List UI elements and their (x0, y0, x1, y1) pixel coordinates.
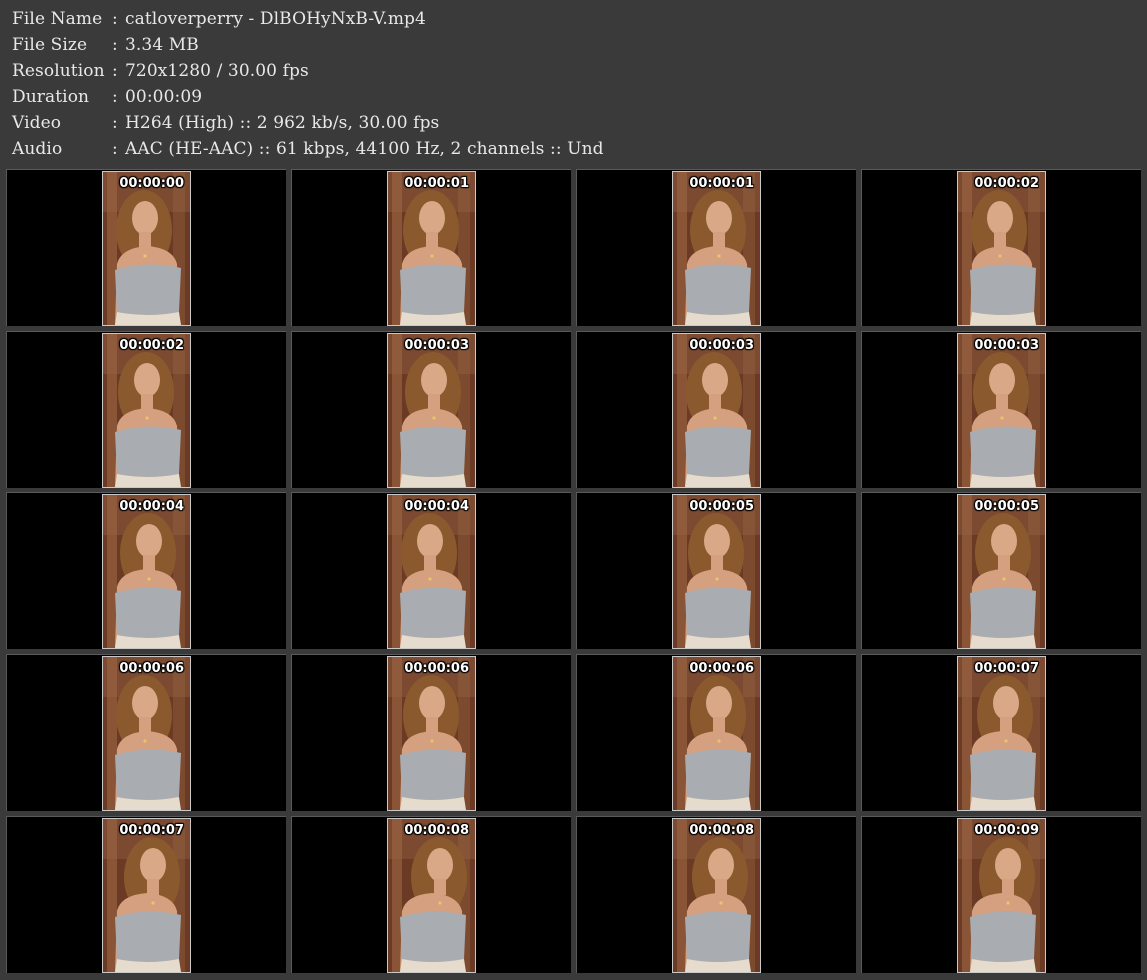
thumbnail-grid: 00:00:00 00:00:01 00:00:01 00:00:02 00:00:02… (0, 0, 1147, 980)
video-frame-image (388, 657, 475, 810)
frame-timestamp: 00:00:04 (119, 499, 184, 514)
contact-sheet: File Name : catloverperry - DlBOHyNxB-V.… (0, 0, 1147, 980)
video-frame: 00:00:07 (957, 656, 1046, 811)
thumbnail-cell: 00:00:08 (576, 816, 856, 973)
frame-timestamp: 00:00:02 (974, 176, 1039, 191)
video-frame-image (388, 334, 475, 487)
video-frame: 00:00:02 (102, 333, 191, 488)
thumbnail-cell: 00:00:00 (6, 169, 286, 326)
video-frame: 00:00:05 (672, 494, 761, 649)
video-frame-image (958, 495, 1045, 648)
video-frame: 00:00:08 (672, 818, 761, 973)
video-frame: 00:00:07 (102, 818, 191, 973)
thumbnail-cell: 00:00:06 (291, 654, 571, 811)
video-frame: 00:00:04 (387, 494, 476, 649)
video-frame-image (958, 172, 1045, 325)
video-frame: 00:00:03 (672, 333, 761, 488)
video-frame-image (958, 334, 1045, 487)
frame-timestamp: 00:00:03 (404, 338, 469, 353)
thumbnail-cell: 00:00:01 (576, 169, 856, 326)
video-frame-image (673, 657, 760, 810)
video-frame-image (958, 657, 1045, 810)
video-frame-image (103, 334, 190, 487)
thumbnail-cell: 00:00:03 (576, 331, 856, 488)
video-frame: 00:00:01 (672, 171, 761, 326)
frame-timestamp: 00:00:03 (689, 338, 754, 353)
frame-timestamp: 00:00:00 (119, 176, 184, 191)
frame-timestamp: 00:00:01 (689, 176, 754, 191)
frame-timestamp: 00:00:01 (404, 176, 469, 191)
video-frame: 00:00:02 (957, 171, 1046, 326)
thumbnail-cell: 00:00:05 (576, 492, 856, 649)
thumbnail-cell: 00:00:07 (861, 654, 1141, 811)
thumbnail-cell: 00:00:07 (6, 816, 286, 973)
frame-timestamp: 00:00:06 (119, 661, 184, 676)
thumbnail-cell: 00:00:01 (291, 169, 571, 326)
video-frame-image (388, 495, 475, 648)
thumbnail-cell: 00:00:02 (6, 331, 286, 488)
thumbnail-cell: 00:00:03 (291, 331, 571, 488)
video-frame-image (103, 657, 190, 810)
video-frame: 00:00:06 (387, 656, 476, 811)
video-frame-image (103, 495, 190, 648)
video-frame: 00:00:05 (957, 494, 1046, 649)
thumbnail-cell: 00:00:03 (861, 331, 1141, 488)
thumbnail-cell: 00:00:04 (291, 492, 571, 649)
frame-timestamp: 00:00:09 (974, 823, 1039, 838)
thumbnail-cell: 00:00:06 (576, 654, 856, 811)
video-frame: 00:00:04 (102, 494, 191, 649)
frame-timestamp: 00:00:06 (689, 661, 754, 676)
video-frame: 00:00:03 (387, 333, 476, 488)
thumbnail-cell: 00:00:05 (861, 492, 1141, 649)
video-frame-image (103, 819, 190, 972)
frame-timestamp: 00:00:07 (974, 661, 1039, 676)
video-frame-image (103, 172, 190, 325)
video-frame-image (958, 819, 1045, 972)
video-frame: 00:00:03 (957, 333, 1046, 488)
thumbnail-cell: 00:00:09 (861, 816, 1141, 973)
frame-timestamp: 00:00:05 (974, 499, 1039, 514)
video-frame-image (673, 819, 760, 972)
frame-timestamp: 00:00:08 (689, 823, 754, 838)
video-frame: 00:00:00 (102, 171, 191, 326)
frame-timestamp: 00:00:06 (404, 661, 469, 676)
frame-timestamp: 00:00:08 (404, 823, 469, 838)
video-frame-image (673, 334, 760, 487)
frame-timestamp: 00:00:04 (404, 499, 469, 514)
video-frame: 00:00:06 (102, 656, 191, 811)
frame-timestamp: 00:00:05 (689, 499, 754, 514)
thumbnail-cell: 00:00:06 (6, 654, 286, 811)
thumbnail-cell: 00:00:02 (861, 169, 1141, 326)
thumbnail-cell: 00:00:08 (291, 816, 571, 973)
thumbnail-cell: 00:00:04 (6, 492, 286, 649)
video-frame-image (388, 819, 475, 972)
frame-timestamp: 00:00:03 (974, 338, 1039, 353)
video-frame-image (673, 495, 760, 648)
video-frame-image (673, 172, 760, 325)
video-frame: 00:00:08 (387, 818, 476, 973)
video-frame: 00:00:06 (672, 656, 761, 811)
frame-timestamp: 00:00:02 (119, 338, 184, 353)
frame-timestamp: 00:00:07 (119, 823, 184, 838)
video-frame: 00:00:09 (957, 818, 1046, 973)
video-frame: 00:00:01 (387, 171, 476, 326)
video-frame-image (388, 172, 475, 325)
